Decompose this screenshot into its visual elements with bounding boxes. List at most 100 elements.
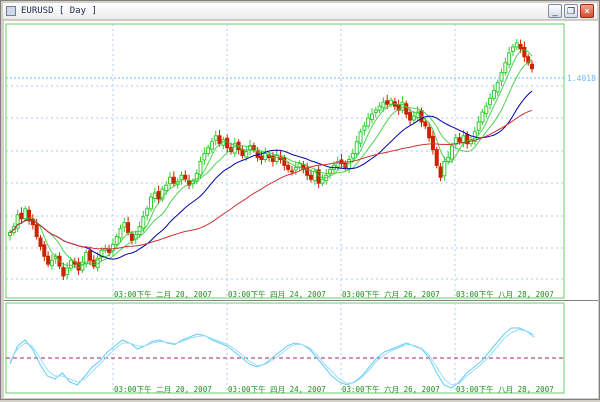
candle-body	[491, 89, 496, 99]
candle-body	[381, 101, 386, 109]
candle-body	[362, 125, 367, 131]
candle-body	[389, 99, 394, 105]
time-label: 03:00下午 四月 24, 2007	[228, 384, 326, 394]
candle-body	[377, 105, 382, 111]
candle-body	[522, 46, 527, 58]
candle-body	[488, 97, 493, 106]
candle-body	[126, 222, 131, 234]
candle-body	[400, 101, 405, 111]
candle-body	[259, 155, 264, 160]
candle-body	[107, 249, 112, 253]
candle-body	[129, 233, 134, 241]
chart-area[interactable]: 1.4018 03:00下午 二月 20, 2007 03:00下午 四月 24…	[4, 21, 598, 398]
time-label: 03:00下午 二月 20, 2007	[114, 384, 212, 394]
time-label: 03:00下午 八月 28, 2007	[456, 384, 554, 394]
candle-body	[244, 151, 249, 158]
candle-body	[240, 149, 245, 157]
close-button[interactable]: ×	[580, 4, 594, 18]
candle-body	[171, 176, 176, 184]
candle-body	[484, 105, 489, 115]
candle-body	[209, 141, 214, 150]
window-title: EURUSD [ Day ]	[21, 6, 97, 16]
candle-body	[42, 244, 47, 257]
candle-body	[366, 117, 371, 127]
candle-body	[152, 192, 157, 200]
candle-body	[206, 147, 211, 155]
candle-body	[61, 267, 66, 277]
candle-body	[442, 160, 447, 177]
minimize-button[interactable]: _	[548, 4, 562, 18]
title-bar[interactable]: EURUSD [ Day ] _ ❐ ×	[3, 3, 597, 20]
candle-body	[46, 255, 51, 265]
restore-button[interactable]: ❐	[564, 4, 578, 18]
candle-body	[168, 176, 173, 185]
candle-body	[179, 174, 184, 181]
candle-body	[530, 63, 534, 70]
candle-body	[369, 113, 374, 121]
candle-body	[354, 141, 359, 155]
candle-body	[164, 184, 169, 192]
price-panel[interactable]: 1.4018 03:00下午 二月 20, 2007 03:00下午 四月 24…	[5, 23, 598, 299]
chart-app-icon	[6, 6, 16, 16]
candle-body	[286, 164, 291, 170]
candle-body	[404, 103, 409, 115]
candle-body	[385, 100, 390, 105]
candle-body	[350, 153, 355, 159]
candle-body	[373, 109, 378, 114]
candle-body	[514, 42, 519, 48]
candle-body	[65, 267, 70, 276]
time-label: 03:00下午 六月 26, 2007	[342, 384, 440, 394]
candle-body	[202, 153, 207, 161]
time-label: 03:00下午 四月 24, 2007	[228, 289, 326, 299]
candle-body	[38, 237, 43, 247]
candle-body	[198, 160, 203, 176]
candle-body	[183, 174, 188, 180]
candle-body	[430, 135, 435, 151]
candle-body	[457, 137, 462, 143]
candle-body	[225, 137, 230, 149]
candle-body	[145, 208, 150, 216]
candle-body	[480, 111, 485, 123]
candle-body	[217, 135, 222, 145]
candle-body	[19, 212, 24, 220]
candle-body	[495, 81, 500, 93]
candle-body	[122, 222, 127, 228]
price-chart-svg[interactable]: 1.4018 03:00下午 二月 20, 2007 03:00下午 四月 24…	[4, 21, 598, 398]
candle-body	[518, 44, 523, 50]
candle-body	[263, 153, 268, 161]
candle-body	[34, 224, 39, 238]
candle-body	[148, 196, 153, 210]
candle-body	[507, 52, 512, 65]
candle-body	[427, 126, 432, 139]
candle-body	[411, 115, 416, 121]
candle-body	[293, 166, 298, 171]
time-label: 03:00下午 八月 28, 2007	[456, 289, 554, 299]
candle-body	[510, 46, 515, 52]
time-label: 03:00下午 二月 20, 2007	[114, 289, 212, 299]
candle-body	[213, 135, 218, 141]
candle-body	[358, 131, 363, 144]
candle-body	[88, 250, 93, 261]
candle-body	[274, 155, 279, 162]
candle-body	[434, 149, 439, 166]
oscillator-panel[interactable]: 03:00下午 二月 20, 2007 03:00下午 四月 24, 2007 …	[5, 302, 565, 394]
candle-body	[465, 133, 470, 145]
time-label: 03:00下午 六月 26, 2007	[342, 289, 440, 299]
candle-body	[114, 236, 119, 245]
candle-body	[289, 170, 294, 173]
candle-body	[49, 259, 54, 267]
candle-body	[423, 121, 428, 127]
candle-body	[141, 216, 146, 229]
candle-body	[449, 145, 454, 160]
candle-body	[438, 166, 443, 178]
chart-window: EURUSD [ Day ] _ ❐ × 1.4018 03:00下午 二月 2…	[0, 0, 600, 400]
candle-body	[309, 174, 314, 180]
candle-body	[499, 72, 504, 82]
candle-body	[503, 62, 508, 74]
candle-body	[8, 232, 12, 237]
candle-body	[156, 191, 161, 200]
candle-body	[320, 178, 325, 184]
candle-body	[68, 259, 73, 269]
candle-body	[476, 121, 481, 131]
candle-body	[118, 228, 123, 239]
